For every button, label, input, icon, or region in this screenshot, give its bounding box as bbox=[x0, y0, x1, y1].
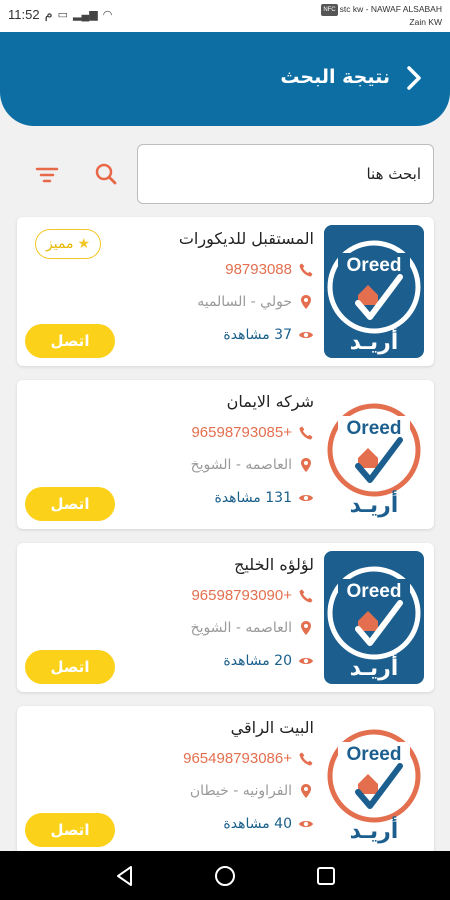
phone-row[interactable]: +96598793085 bbox=[191, 424, 314, 441]
search-input[interactable] bbox=[138, 145, 433, 203]
status-carriers: NFC stc kw - NAWAF ALSABAH Zain KW bbox=[321, 3, 442, 28]
company-logo: Oreed أريـد bbox=[324, 225, 424, 358]
page-title: نتيجة البحث bbox=[280, 66, 390, 88]
search-field-container bbox=[137, 144, 434, 204]
call-button[interactable]: اتصل bbox=[25, 487, 115, 521]
company-logo: Oreed أريـد bbox=[324, 551, 424, 684]
location-text: حولي - السالميه bbox=[197, 294, 292, 310]
views-count: 20 مشاهدة bbox=[223, 653, 292, 669]
result-card[interactable]: Oreed أريـد المستقبل للديكورات 98793088 حولي… bbox=[17, 217, 434, 366]
company-name: لؤلؤه الخليج bbox=[234, 555, 314, 574]
status-left: 11:52 م ▭ ▂▄▆ ◠ bbox=[8, 6, 112, 22]
company-logo-image: Oreed أريـد bbox=[324, 551, 424, 684]
signal-icon: ▂▄▆ bbox=[73, 8, 98, 21]
views-row: 37 مشاهدة bbox=[223, 327, 314, 343]
company-name: المستقبل للديكورات bbox=[178, 229, 314, 248]
result-card[interactable]: Oreed أريـد لؤلؤه الخليج +96598793090 العاصم… bbox=[17, 543, 434, 692]
search-icon bbox=[95, 163, 117, 185]
phone-row[interactable]: 98793088 bbox=[225, 261, 314, 278]
call-button[interactable]: اتصل bbox=[25, 650, 115, 684]
eye-icon bbox=[299, 821, 313, 827]
nav-recent-apps-button[interactable] bbox=[313, 863, 339, 889]
nav-back-button[interactable] bbox=[112, 863, 138, 889]
logo-text: Oreed bbox=[347, 418, 402, 439]
eye-icon bbox=[299, 332, 313, 338]
company-logo-image: Oreed أريـد bbox=[324, 388, 424, 521]
company-name: البيت الراقي bbox=[230, 718, 314, 737]
company-logo: Oreed أريـد bbox=[324, 388, 424, 521]
result-card[interactable]: Oreed أريـد شركه الايمان +96598793085 العاصم… bbox=[17, 380, 434, 529]
carrier-secondary: Zain KW bbox=[409, 17, 442, 27]
location-pin-icon bbox=[301, 621, 311, 635]
location-row: العاصمه - الشويخ bbox=[191, 457, 314, 473]
views-row: 40 مشاهدة bbox=[223, 816, 314, 832]
carrier-primary: stc kw - NAWAF ALSABAH bbox=[339, 4, 442, 14]
location-text: العاصمه - الشويخ bbox=[190, 457, 292, 473]
app-header: نتيجة البحث bbox=[0, 32, 450, 126]
logo-text: Oreed bbox=[347, 255, 402, 276]
call-button[interactable]: اتصل bbox=[25, 813, 115, 847]
phone-icon bbox=[299, 426, 313, 439]
views-count: 131 مشاهدة bbox=[214, 490, 292, 506]
phone-row[interactable]: +96598793090 bbox=[191, 587, 314, 604]
filter-icon bbox=[35, 167, 59, 183]
logo-text: Oreed bbox=[347, 744, 402, 765]
phone-icon bbox=[299, 589, 313, 602]
location-pin-icon bbox=[301, 295, 311, 309]
chevron-right-icon bbox=[407, 66, 421, 90]
nav-back-icon bbox=[117, 866, 132, 886]
status-time-suffix: م bbox=[44, 6, 53, 21]
location-row: حولي - السالميه bbox=[197, 294, 314, 310]
nfc-icon: NFC bbox=[321, 4, 338, 16]
phone-number: +965498793086 bbox=[183, 750, 292, 767]
phone-icon bbox=[299, 263, 313, 276]
battery-icon: ▭ bbox=[57, 8, 69, 21]
system-nav-bar bbox=[0, 851, 450, 900]
views-row: 20 مشاهدة bbox=[223, 653, 314, 669]
call-button[interactable]: اتصل bbox=[25, 324, 115, 358]
company-logo: Oreed أريـد bbox=[324, 714, 424, 847]
company-logo-image: Oreed أريـد bbox=[324, 225, 424, 358]
phone-row[interactable]: +965498793086 bbox=[183, 750, 314, 767]
filter-button[interactable] bbox=[31, 159, 63, 191]
featured-label: مميز bbox=[46, 236, 74, 252]
company-logo-image: Oreed أريـد bbox=[324, 714, 424, 847]
phone-number: 98793088 bbox=[225, 261, 292, 278]
views-count: 37 مشاهدة bbox=[223, 327, 292, 343]
location-text: العاصمه - الشويخ bbox=[190, 620, 292, 636]
company-name: شركه الايمان bbox=[226, 392, 314, 411]
logo-arabic-text: أريـد bbox=[350, 326, 399, 355]
views-row: 131 مشاهدة bbox=[214, 490, 314, 506]
nav-home-button[interactable] bbox=[212, 863, 238, 889]
location-pin-icon bbox=[301, 784, 311, 798]
location-text: الفراونيه - خيطان bbox=[189, 783, 292, 799]
nav-home-icon bbox=[215, 866, 235, 886]
status-time: 11:52 bbox=[8, 6, 40, 22]
status-bar: 11:52 م ▭ ▂▄▆ ◠ NFC stc kw - NAWAF ALSABA… bbox=[0, 0, 450, 32]
featured-badge: ★ مميز bbox=[35, 229, 102, 259]
nav-recent-apps-icon bbox=[317, 867, 335, 885]
wifi-icon: ◠ bbox=[102, 8, 113, 21]
logo-arabic-text: أريـد bbox=[350, 489, 399, 518]
location-pin-icon bbox=[301, 458, 311, 472]
views-count: 40 مشاهدة bbox=[223, 816, 292, 832]
phone-icon bbox=[299, 752, 313, 765]
location-row: الفراونيه - خيطان bbox=[190, 783, 314, 799]
back-button[interactable] bbox=[400, 62, 428, 94]
phone-number: +96598793085 bbox=[191, 424, 292, 441]
search-button[interactable] bbox=[90, 158, 122, 190]
logo-arabic-text: أريـد bbox=[350, 652, 399, 681]
star-icon: ★ bbox=[77, 236, 91, 252]
logo-text: Oreed bbox=[347, 581, 402, 602]
phone-number: +96598793090 bbox=[191, 587, 292, 604]
logo-arabic-text: أريـد bbox=[350, 815, 399, 844]
location-row: العاصمه - الشويخ bbox=[191, 620, 314, 636]
result-card[interactable]: Oreed أريـد البيت الراقي +965498793086 الفرا… bbox=[17, 706, 434, 855]
eye-icon bbox=[299, 658, 313, 664]
eye-icon bbox=[299, 495, 313, 501]
